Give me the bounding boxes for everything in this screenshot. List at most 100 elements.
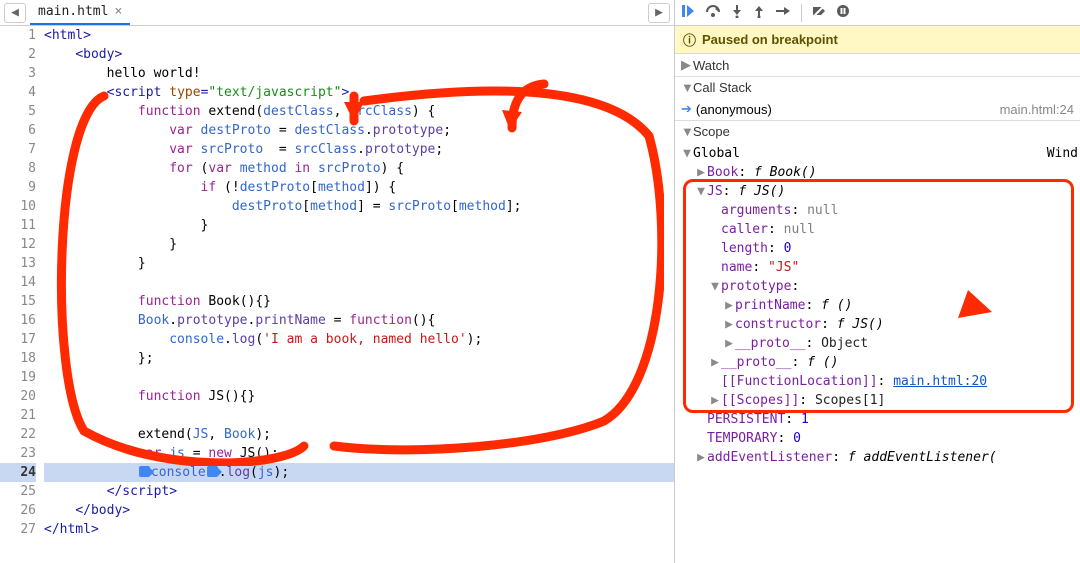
- code-line[interactable]: extend(JS, Book);: [44, 425, 674, 444]
- code-line[interactable]: [44, 368, 674, 387]
- code-line[interactable]: Book.prototype.printName = function(){: [44, 311, 674, 330]
- line-number[interactable]: 15: [0, 292, 36, 311]
- scope-row[interactable]: ▶[[Scopes]]: Scopes[1]: [675, 391, 1080, 410]
- line-number[interactable]: 14: [0, 273, 36, 292]
- code-line[interactable]: if (!destProto[method]) {: [44, 178, 674, 197]
- chevron-down-icon[interactable]: ▼: [709, 277, 721, 296]
- code-line[interactable]: <script type="text/javascript">: [44, 83, 674, 102]
- code-editor[interactable]: 1234567891011121314151617181920212223242…: [0, 26, 674, 563]
- code-line[interactable]: }: [44, 235, 674, 254]
- code-line[interactable]: hello world!: [44, 64, 674, 83]
- line-number[interactable]: 9: [0, 178, 36, 197]
- line-number[interactable]: 21: [0, 406, 36, 425]
- chevron-right-icon[interactable]: ▶: [695, 163, 707, 182]
- chevron-right-icon[interactable]: ▶: [723, 315, 735, 334]
- code-line[interactable]: </script>: [44, 482, 674, 501]
- chevron-right-icon[interactable]: ▶: [723, 334, 735, 353]
- line-number[interactable]: 10: [0, 197, 36, 216]
- line-number[interactable]: 18: [0, 349, 36, 368]
- line-number[interactable]: 3: [0, 64, 36, 83]
- inline-breakpoint-icon[interactable]: [139, 466, 150, 477]
- chevron-right-icon[interactable]: ▶: [709, 391, 721, 410]
- step-over-button[interactable]: [705, 4, 721, 22]
- line-number[interactable]: 13: [0, 254, 36, 273]
- scope-row[interactable]: [[FunctionLocation]]: main.html:20: [675, 372, 1080, 391]
- line-number[interactable]: 2: [0, 45, 36, 64]
- close-icon[interactable]: ×: [114, 4, 122, 19]
- code-line[interactable]: <body>: [44, 45, 674, 64]
- inline-breakpoint-icon[interactable]: [207, 466, 218, 477]
- line-number[interactable]: 1: [0, 26, 36, 45]
- chevron-right-icon[interactable]: ▶: [723, 296, 735, 315]
- scope-row[interactable]: ▼JS: f JS(): [675, 182, 1080, 201]
- callstack-section-header[interactable]: ▼ Call Stack: [675, 77, 1080, 98]
- line-number[interactable]: 17: [0, 330, 36, 349]
- code-line[interactable]: function extend(destClass, srcClass) {: [44, 102, 674, 121]
- line-number[interactable]: 26: [0, 501, 36, 520]
- tab-main-html[interactable]: main.html ×: [30, 0, 130, 25]
- line-number[interactable]: 7: [0, 140, 36, 159]
- step-out-button[interactable]: [753, 4, 765, 22]
- code-line[interactable]: console.log(js);: [44, 463, 674, 482]
- chevron-down-icon[interactable]: ▼: [681, 144, 693, 163]
- scope-global-row[interactable]: ▼ Global Wind: [675, 144, 1080, 163]
- line-number[interactable]: 20: [0, 387, 36, 406]
- line-number[interactable]: 16: [0, 311, 36, 330]
- watch-section-header[interactable]: ▶ Watch: [675, 54, 1080, 76]
- scope-row[interactable]: ▶__proto__: Object: [675, 334, 1080, 353]
- code-line[interactable]: [44, 406, 674, 425]
- code-line[interactable]: };: [44, 349, 674, 368]
- scope-row[interactable]: ▶constructor: f JS(): [675, 315, 1080, 334]
- line-number[interactable]: 8: [0, 159, 36, 178]
- scope-row[interactable]: ▶addEventListener: f addEventListener(: [675, 448, 1080, 467]
- code-line[interactable]: destProto[method] = srcProto[method];: [44, 197, 674, 216]
- line-number[interactable]: 27: [0, 520, 36, 539]
- code-line[interactable]: }: [44, 254, 674, 273]
- chevron-right-icon[interactable]: ▶: [695, 448, 707, 467]
- code-line[interactable]: </html>: [44, 520, 674, 539]
- line-number[interactable]: 5: [0, 102, 36, 121]
- chevron-down-icon[interactable]: ▼: [695, 182, 707, 201]
- scope-row[interactable]: name: "JS": [675, 258, 1080, 277]
- scope-row[interactable]: caller: null: [675, 220, 1080, 239]
- show-navigator-button[interactable]: ▶: [648, 3, 670, 23]
- code-line[interactable]: var js = new JS();: [44, 444, 674, 463]
- code-line[interactable]: </body>: [44, 501, 674, 520]
- line-number[interactable]: 24: [0, 463, 36, 482]
- code-line[interactable]: console.log('I am a book, named hello');: [44, 330, 674, 349]
- nav-back-button[interactable]: ◀: [4, 3, 26, 23]
- line-number[interactable]: 22: [0, 425, 36, 444]
- scope-row[interactable]: ▶__proto__: f (): [675, 353, 1080, 372]
- code-line[interactable]: function JS(){}: [44, 387, 674, 406]
- code-line[interactable]: for (var method in srcProto) {: [44, 159, 674, 178]
- code-line[interactable]: function Book(){}: [44, 292, 674, 311]
- scope-row[interactable]: length: 0: [675, 239, 1080, 258]
- code-line[interactable]: [44, 273, 674, 292]
- scope-row[interactable]: TEMPORARY: 0: [675, 429, 1080, 448]
- line-number[interactable]: 25: [0, 482, 36, 501]
- callstack-frame[interactable]: ➔ (anonymous) main.html:24: [675, 98, 1080, 120]
- line-number[interactable]: 12: [0, 235, 36, 254]
- scope-row[interactable]: PERSISTENT: 1: [675, 410, 1080, 429]
- scope-row[interactable]: ▼prototype:: [675, 277, 1080, 296]
- deactivate-breakpoints-button[interactable]: [812, 4, 826, 22]
- step-button[interactable]: [775, 4, 791, 22]
- line-number[interactable]: 23: [0, 444, 36, 463]
- code-line[interactable]: var destProto = destClass.prototype;: [44, 121, 674, 140]
- line-number[interactable]: 6: [0, 121, 36, 140]
- property-value[interactable]: main.html:20: [893, 372, 987, 391]
- code-line[interactable]: }: [44, 216, 674, 235]
- code-line[interactable]: var srcProto = srcClass.prototype;: [44, 140, 674, 159]
- scope-section-header[interactable]: ▼ Scope: [675, 121, 1080, 142]
- scope-row[interactable]: ▶Book: f Book(): [675, 163, 1080, 182]
- scope-row[interactable]: arguments: null: [675, 201, 1080, 220]
- line-number[interactable]: 19: [0, 368, 36, 387]
- step-into-button[interactable]: [731, 4, 743, 22]
- chevron-right-icon[interactable]: ▶: [709, 353, 721, 372]
- code-line[interactable]: <html>: [44, 26, 674, 45]
- line-number[interactable]: 11: [0, 216, 36, 235]
- line-number[interactable]: 4: [0, 83, 36, 102]
- scope-row[interactable]: ▶printName: f (): [675, 296, 1080, 315]
- resume-button[interactable]: [681, 4, 695, 22]
- pause-exceptions-button[interactable]: [836, 4, 850, 22]
